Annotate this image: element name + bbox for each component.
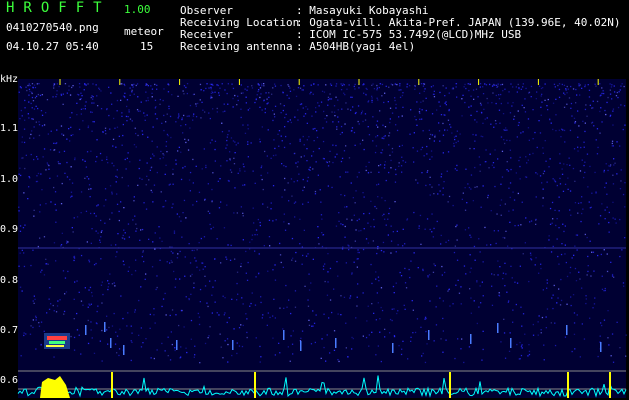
- spectrogram: [17, 79, 627, 398]
- meteor-ping: [300, 341, 302, 351]
- meteor-ping: [335, 338, 337, 348]
- meteor-ping: [392, 343, 394, 353]
- meteor-ping: [497, 323, 499, 333]
- meteor-ping: [104, 322, 106, 332]
- meteor-ping: [283, 330, 285, 340]
- meteor-ping: [510, 338, 512, 348]
- plot-background: [18, 79, 626, 398]
- meteor-echo-core: [49, 341, 65, 344]
- meteor-ping: [123, 345, 125, 355]
- meteor-ping: [176, 340, 178, 350]
- meteor-ping: [110, 338, 112, 348]
- meteor-echo-core: [46, 345, 64, 347]
- meteor-ping: [428, 330, 430, 340]
- meteor-ping: [566, 325, 568, 335]
- meteor-ping: [232, 340, 234, 350]
- meteor-echo-core: [47, 336, 67, 340]
- meteor-ping: [85, 325, 87, 335]
- meteor-ping: [600, 342, 602, 352]
- meteor-ping: [470, 334, 472, 344]
